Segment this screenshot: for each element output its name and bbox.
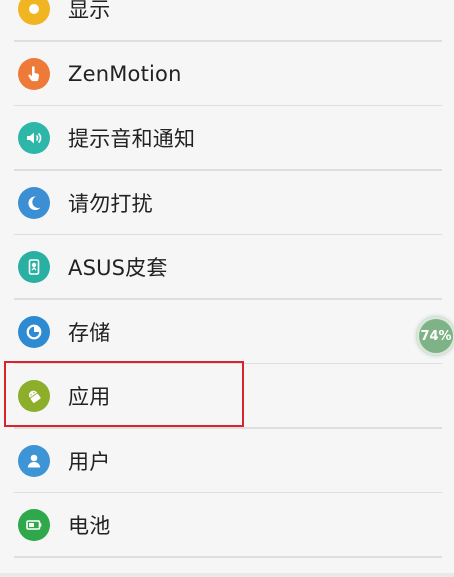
settings-item-label: ASUS皮套 xyxy=(68,256,168,281)
settings-item-label: 提示音和通知 xyxy=(68,127,196,152)
speaker-icon xyxy=(18,122,50,155)
settings-screen: 显示 ZenMotion 提示音和通知 请勿打扰 ASUS皮套 存储 应用 用户… xyxy=(0,0,454,577)
settings-item-users[interactable]: 用户 xyxy=(0,429,454,494)
settings-item-display[interactable]: 显示 xyxy=(0,0,454,42)
hand-touch-icon xyxy=(18,57,50,90)
settings-item-storage[interactable]: 存储 xyxy=(0,300,454,365)
highlight-box xyxy=(4,361,244,427)
storage-icon xyxy=(18,315,50,348)
settings-item-label: 存储 xyxy=(68,320,111,345)
battery-icon xyxy=(18,509,50,542)
user-icon xyxy=(18,444,50,477)
settings-item-asus-cover[interactable]: ASUS皮套 xyxy=(0,235,454,300)
settings-list: 显示 ZenMotion 提示音和通知 请勿打扰 ASUS皮套 存储 应用 用户… xyxy=(0,0,454,558)
settings-item-label: 请勿打扰 xyxy=(68,191,153,216)
settings-item-battery[interactable]: 电池 xyxy=(0,493,454,558)
settings-item-sound-notifications[interactable]: 提示音和通知 xyxy=(0,106,454,171)
settings-item-zenmotion[interactable]: ZenMotion xyxy=(0,42,454,107)
settings-item-label: 电池 xyxy=(68,514,111,539)
settings-item-label: 用户 xyxy=(68,449,111,474)
display-icon xyxy=(18,0,50,26)
settings-item-label: ZenMotion xyxy=(68,61,182,86)
phone-cover-icon xyxy=(18,251,50,284)
moon-icon xyxy=(18,186,50,219)
settings-item-label: 显示 xyxy=(68,0,111,23)
settings-item-do-not-disturb[interactable]: 请勿打扰 xyxy=(0,171,454,236)
bottom-divider xyxy=(0,573,454,577)
memory-percent: 74% xyxy=(420,328,452,344)
memory-boost-widget[interactable]: 74% xyxy=(416,316,454,356)
